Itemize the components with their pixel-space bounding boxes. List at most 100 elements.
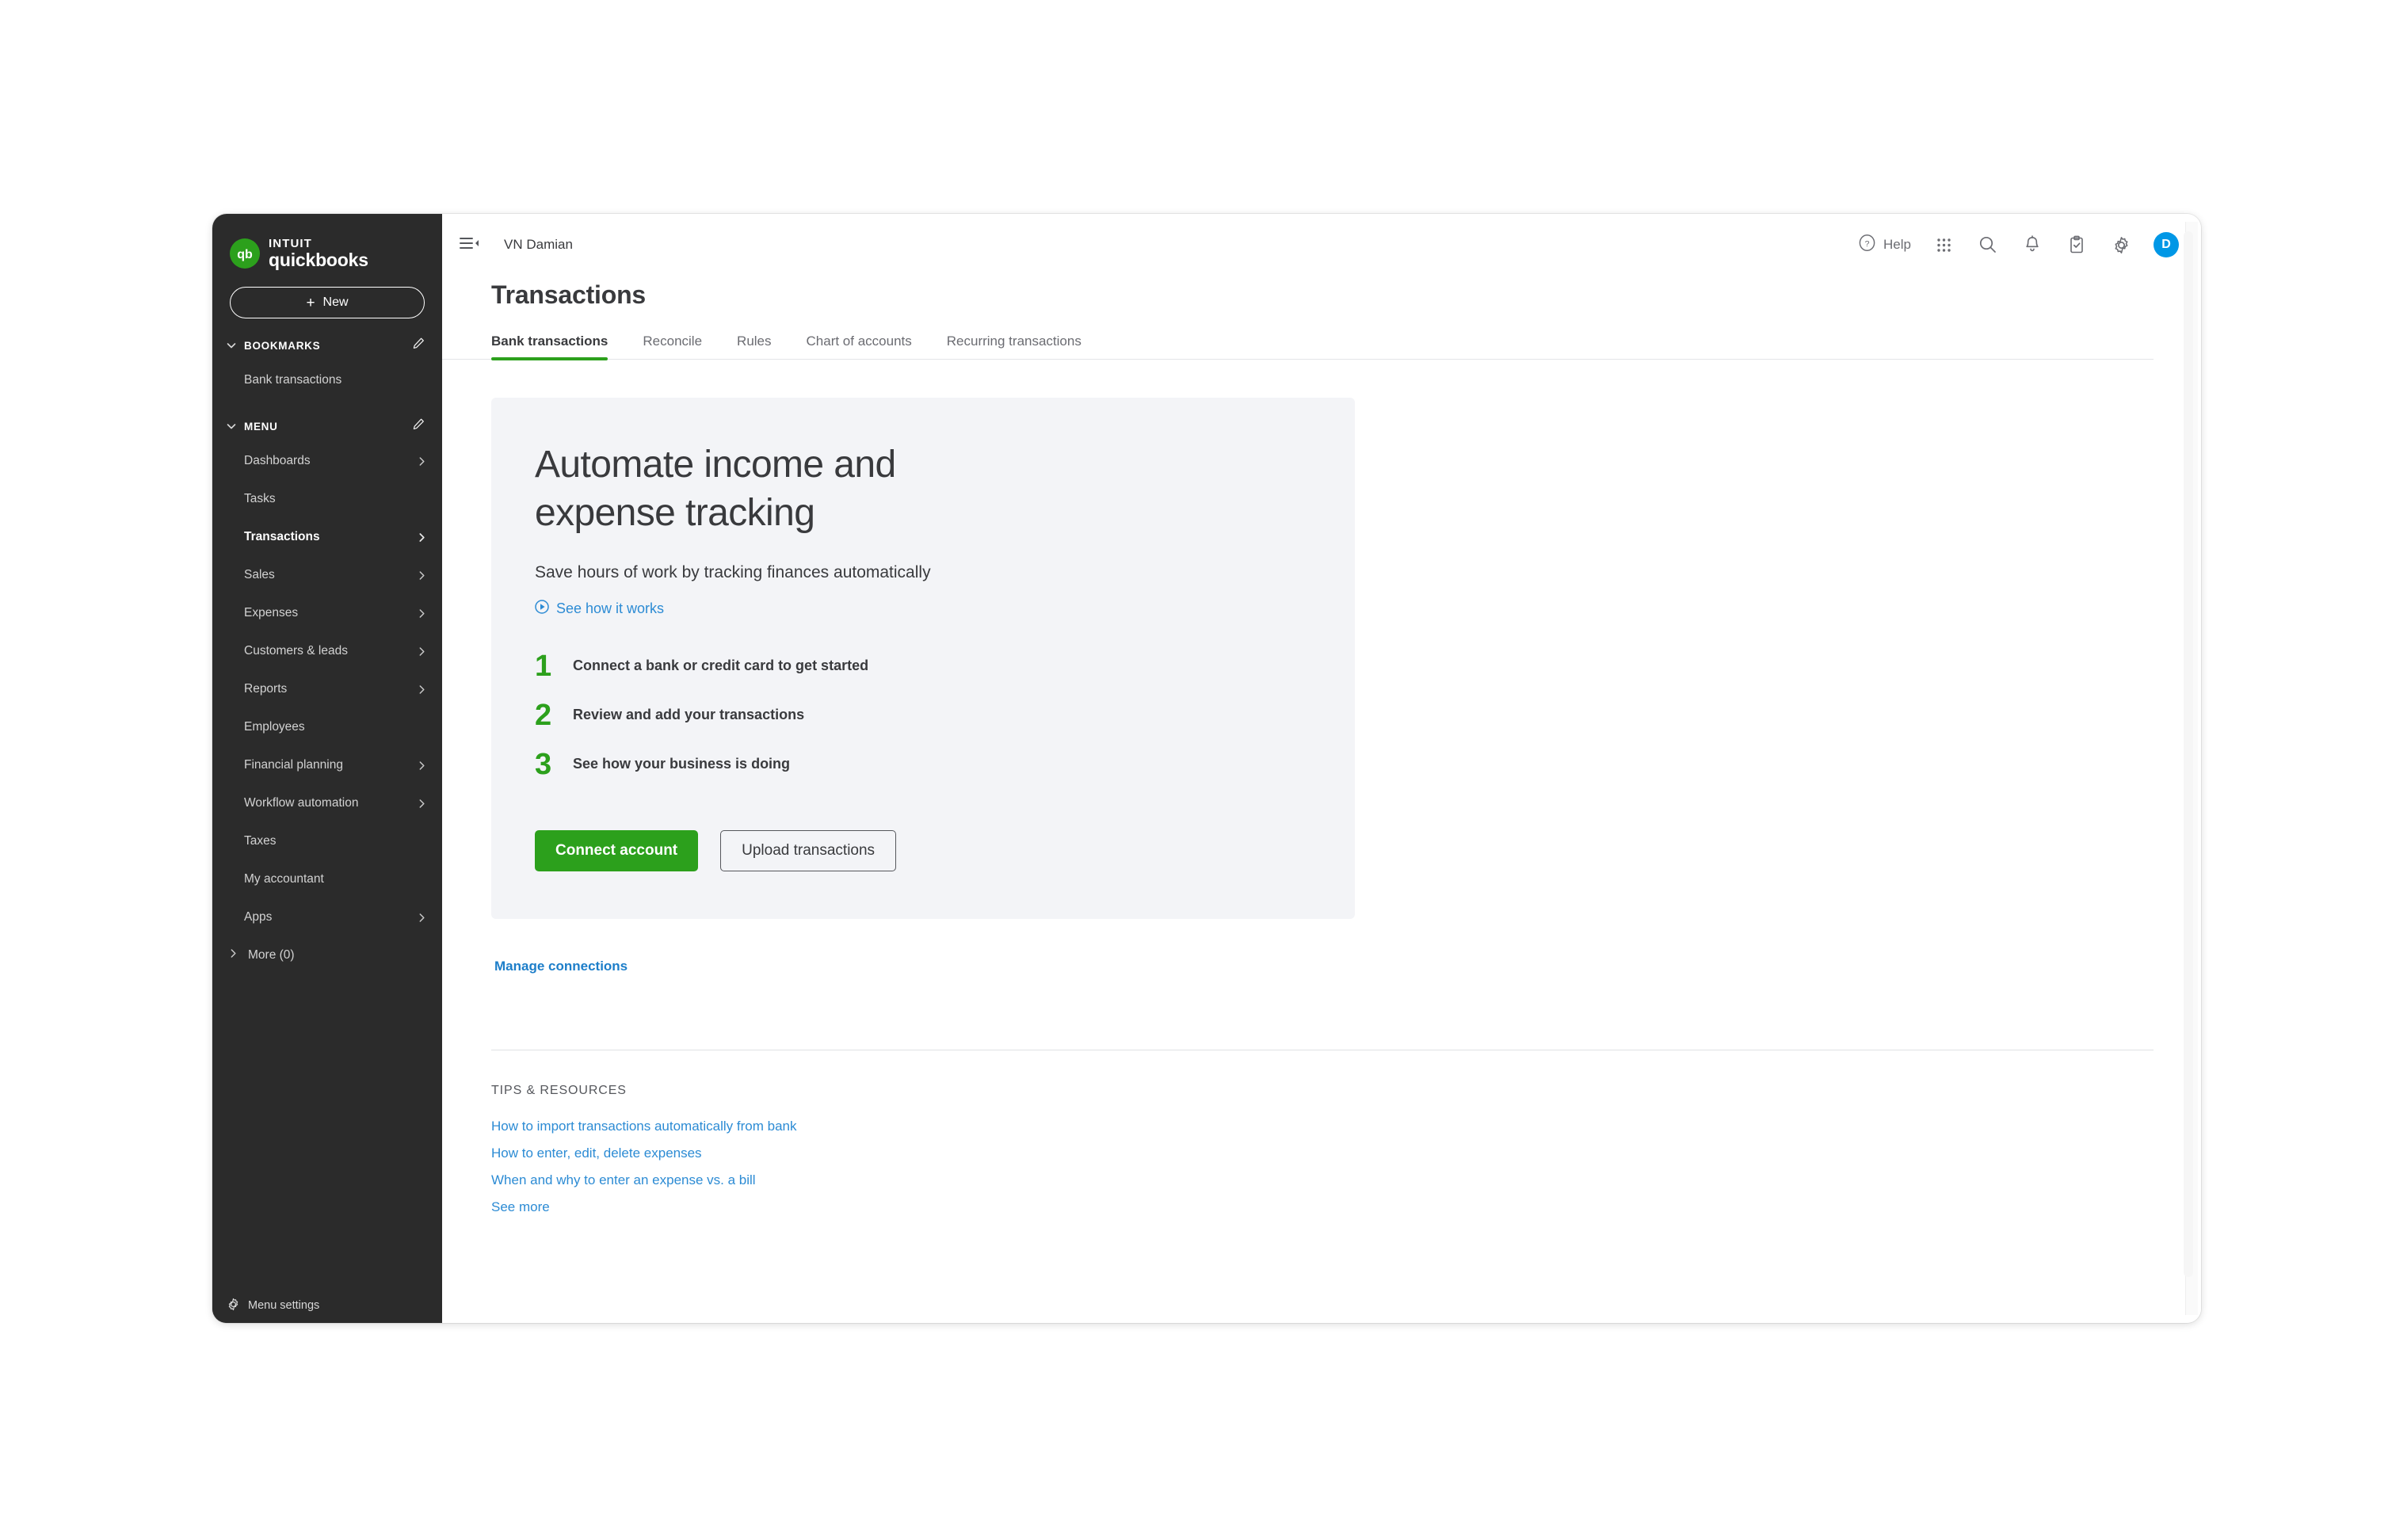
sidebar-item-label: Expenses bbox=[244, 606, 415, 620]
tips-heading: TIPS & RESOURCES bbox=[491, 1084, 2201, 1098]
step-number: 1 bbox=[535, 651, 555, 681]
collapse-sidebar-button[interactable] bbox=[460, 235, 480, 255]
manage-connections-link[interactable]: Manage connections bbox=[494, 959, 628, 974]
play-circle-icon bbox=[535, 600, 549, 618]
topbar-actions: ? Help bbox=[1858, 232, 2179, 257]
svg-text:?: ? bbox=[1865, 239, 1870, 249]
sidebar-item-transactions[interactable]: Transactions bbox=[212, 518, 442, 556]
sidebar-item-employees[interactable]: Employees bbox=[212, 708, 442, 746]
sidebar-item-label: More (0) bbox=[248, 948, 295, 962]
sidebar-item-taxes[interactable]: Taxes bbox=[212, 822, 442, 860]
company-name: VN Damian bbox=[504, 237, 573, 253]
new-button[interactable]: + New bbox=[230, 287, 425, 318]
help-button[interactable]: ? Help bbox=[1858, 234, 1911, 256]
sidebar-item-label: Transactions bbox=[244, 530, 415, 544]
chevron-right-icon bbox=[415, 608, 428, 619]
gear-icon[interactable] bbox=[2109, 233, 2133, 257]
app-window: qb INTUIT quickbooks + New BOOKMARKS bbox=[212, 214, 2201, 1323]
grid-apps-icon[interactable] bbox=[1932, 233, 1955, 257]
sidebar-item-label: Reports bbox=[244, 682, 415, 696]
promo-subtitle: Save hours of work by tracking finances … bbox=[535, 563, 1307, 582]
clipboard-check-icon[interactable] bbox=[2065, 233, 2089, 257]
edit-pencil-icon[interactable] bbox=[412, 417, 428, 435]
sidebar-item-dashboards[interactable]: Dashboards bbox=[212, 442, 442, 480]
avatar[interactable]: D bbox=[2154, 232, 2179, 257]
help-label: Help bbox=[1883, 237, 1911, 253]
steps-list: 1 Connect a bank or credit card to get s… bbox=[535, 642, 1307, 789]
sidebar-item-label: Bank transactions bbox=[244, 373, 428, 387]
chevron-right-icon bbox=[415, 684, 428, 695]
content-area: Automate income and expense tracking Sav… bbox=[442, 360, 2201, 974]
quickbooks-wordmark: quickbooks bbox=[269, 250, 368, 269]
tip-link-see-more[interactable]: See more bbox=[491, 1199, 550, 1215]
chevron-right-icon bbox=[415, 456, 428, 467]
tip-link-expense-vs-bill[interactable]: When and why to enter an expense vs. a b… bbox=[491, 1172, 756, 1188]
sidebar-item-sales[interactable]: Sales bbox=[212, 556, 442, 594]
menu-settings-button[interactable]: Menu settings bbox=[212, 1288, 442, 1323]
hamburger-collapse-icon bbox=[460, 235, 480, 255]
chevron-down-icon bbox=[224, 340, 238, 351]
qb-mark-icon: qb bbox=[230, 238, 260, 269]
step-label: Connect a bank or credit card to get sta… bbox=[573, 658, 868, 674]
edit-pencil-icon[interactable] bbox=[412, 337, 428, 354]
sidebar-item-my-accountant[interactable]: My accountant bbox=[212, 860, 442, 898]
tab-rules[interactable]: Rules bbox=[719, 334, 788, 359]
menu-section-header[interactable]: MENU bbox=[212, 410, 442, 442]
scrollbar-thumb[interactable] bbox=[2184, 231, 2193, 1277]
new-button-label: New bbox=[323, 295, 349, 310]
gear-icon bbox=[227, 1298, 240, 1314]
tab-label: Recurring transactions bbox=[947, 334, 1082, 349]
chevron-down-icon bbox=[224, 421, 238, 432]
plus-icon: + bbox=[306, 295, 315, 311]
sidebar-item-bank-transactions[interactable]: Bank transactions bbox=[212, 361, 442, 399]
sidebar-item-financial-planning[interactable]: Financial planning bbox=[212, 746, 442, 784]
sidebar: qb INTUIT quickbooks + New BOOKMARKS bbox=[212, 214, 442, 1323]
bookmarks-label: BOOKMARKS bbox=[238, 340, 412, 352]
step-item: 2 Review and add your transactions bbox=[535, 691, 1307, 740]
step-label: Review and add your transactions bbox=[573, 707, 804, 723]
chevron-right-icon bbox=[415, 570, 428, 581]
tab-reconcile[interactable]: Reconcile bbox=[625, 334, 719, 359]
tab-label: Chart of accounts bbox=[807, 334, 912, 349]
chevron-right-icon bbox=[415, 913, 428, 923]
chevron-right-icon bbox=[415, 799, 428, 809]
menu-settings-label: Menu settings bbox=[248, 1299, 319, 1312]
tab-chart-of-accounts[interactable]: Chart of accounts bbox=[789, 334, 929, 359]
tips-and-resources-section: TIPS & RESOURCES How to import transacti… bbox=[442, 1050, 2201, 1215]
tab-recurring-transactions[interactable]: Recurring transactions bbox=[929, 334, 1099, 359]
promo-heading-line-1: Automate income and bbox=[535, 440, 1042, 489]
connect-account-button[interactable]: Connect account bbox=[535, 830, 698, 871]
menu-label: MENU bbox=[238, 421, 412, 433]
sidebar-item-tasks[interactable]: Tasks bbox=[212, 480, 442, 518]
sidebar-item-label: Sales bbox=[244, 568, 415, 582]
upload-transactions-button[interactable]: Upload transactions bbox=[720, 830, 896, 871]
sidebar-item-reports[interactable]: Reports bbox=[212, 670, 442, 708]
tab-bar: Bank transactions Reconcile Rules Chart … bbox=[442, 310, 2154, 360]
sidebar-item-expenses[interactable]: Expenses bbox=[212, 594, 442, 632]
chevron-right-icon bbox=[415, 532, 428, 543]
step-label: See how your business is doing bbox=[573, 756, 790, 772]
search-icon[interactable] bbox=[1976, 233, 2000, 257]
intuit-wordmark: INTUIT bbox=[269, 238, 368, 250]
quickbooks-logo[interactable]: qb INTUIT quickbooks bbox=[212, 214, 442, 276]
see-how-it-works-link[interactable]: See how it works bbox=[535, 600, 664, 618]
chevron-right-icon bbox=[415, 760, 428, 771]
promo-heading-line-2: expense tracking bbox=[535, 489, 1042, 537]
tab-bank-transactions[interactable]: Bank transactions bbox=[491, 334, 625, 359]
tab-label: Reconcile bbox=[643, 334, 702, 349]
sidebar-item-label: My accountant bbox=[244, 872, 428, 886]
tip-link-enter-edit-delete-expenses[interactable]: How to enter, edit, delete expenses bbox=[491, 1145, 702, 1161]
tip-link-import-transactions[interactable]: How to import transactions automatically… bbox=[491, 1119, 797, 1134]
sidebar-item-apps[interactable]: Apps bbox=[212, 898, 442, 936]
chevron-right-icon bbox=[415, 646, 428, 657]
automate-tracking-card: Automate income and expense tracking Sav… bbox=[491, 398, 1355, 919]
sidebar-item-workflow-automation[interactable]: Workflow automation bbox=[212, 784, 442, 822]
sidebar-item-more[interactable]: More (0) bbox=[212, 936, 442, 974]
chevron-right-icon bbox=[228, 948, 238, 962]
bell-icon[interactable] bbox=[2020, 233, 2044, 257]
sidebar-item-customers-and-leads[interactable]: Customers & leads bbox=[212, 632, 442, 670]
sidebar-item-label: Apps bbox=[244, 910, 415, 924]
step-number: 2 bbox=[535, 700, 555, 730]
vertical-scrollbar[interactable] bbox=[2185, 222, 2198, 1315]
bookmarks-section-header[interactable]: BOOKMARKS bbox=[212, 330, 442, 361]
